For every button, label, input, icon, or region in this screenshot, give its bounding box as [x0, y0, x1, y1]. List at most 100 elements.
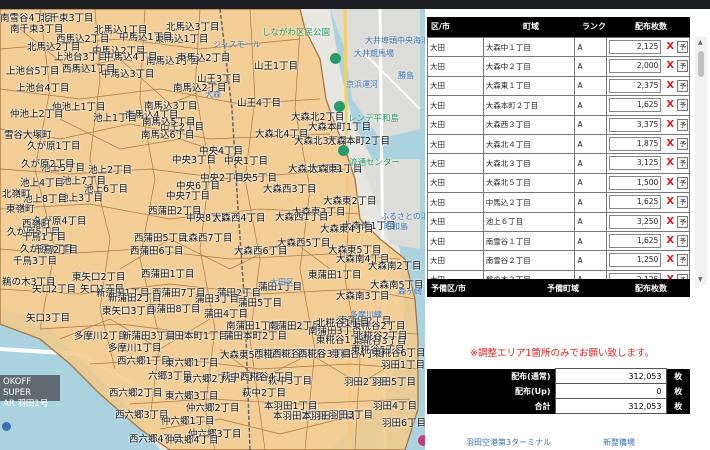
reserve-header-town: 予備町域	[547, 284, 579, 293]
town-label: 西糀谷4丁目	[240, 372, 294, 383]
schedule-row: 大田 南雪谷１丁目 A 1,625 X 予	[427, 230, 690, 252]
row-count-cell: 1,500 X 予	[606, 172, 690, 194]
town-label: 多摩川1丁目	[108, 343, 162, 354]
place-label: 京浜運河	[346, 80, 378, 89]
scroll-down-icon[interactable]: ▼	[698, 276, 703, 283]
reserve-header-count: 配布枚数	[635, 284, 667, 293]
town-label: 仲六郷1丁目	[161, 416, 215, 427]
reserve-button[interactable]: 予	[677, 118, 689, 131]
town-label: 千鳥1丁目	[22, 232, 67, 243]
town-label: 東蒲田1丁目	[308, 270, 362, 281]
town-label: 東矢口2丁目	[72, 272, 126, 283]
reserve-button[interactable]: 予	[677, 79, 689, 92]
schedule-row: 大田 大森東１丁目 A 2,375 X 予	[427, 75, 690, 97]
town-label: 西馬込1丁目	[62, 64, 116, 75]
town-label: 大森南3丁目	[336, 291, 390, 302]
town-label: 蒲田4丁目	[204, 309, 249, 320]
town-label: 大森南2丁目	[368, 261, 422, 272]
reserve-button[interactable]: 予	[677, 137, 689, 150]
row-town: 大森中２丁目	[482, 56, 576, 77]
reserve-button[interactable]: 予	[677, 234, 689, 247]
reserve-button[interactable]: 予	[677, 99, 689, 112]
row-rank: A	[574, 192, 608, 213]
park-pin-icon[interactable]	[330, 53, 341, 64]
row-rank: A	[574, 95, 608, 116]
poi-label[interactable]: 流通センター	[349, 156, 400, 168]
delete-icon[interactable]: X	[666, 40, 674, 54]
count-input[interactable]: 3,375	[609, 117, 662, 132]
reserve-button[interactable]: 予	[677, 41, 689, 53]
schedule-scrollbar[interactable]: ▲ ▼	[695, 37, 707, 285]
scroll-up-icon[interactable]: ▲	[698, 39, 703, 46]
delete-icon[interactable]: X	[666, 215, 674, 229]
town-label: 池上4丁目	[20, 178, 65, 189]
town-label: 南千束3丁目	[10, 24, 64, 35]
delete-icon[interactable]: X	[666, 118, 674, 132]
delete-icon[interactable]: X	[666, 253, 674, 267]
reserve-button[interactable]: 予	[677, 157, 689, 170]
count-input[interactable]: 1,625	[609, 233, 662, 248]
reserve-button[interactable]: 予	[677, 254, 689, 267]
delete-icon[interactable]: X	[666, 137, 674, 151]
shopping-pin-icon[interactable]	[334, 101, 345, 112]
business-pin-icon[interactable]	[338, 145, 349, 156]
row-town: 南雪谷２丁目	[482, 250, 576, 271]
town-label: 西蒲田1丁目	[141, 269, 195, 280]
poi-label[interactable]: レンデ平和島	[348, 112, 399, 124]
reserve-button[interactable]: 予	[677, 215, 689, 228]
delete-icon[interactable]: X	[666, 234, 674, 248]
row-area: 大田	[427, 172, 484, 194]
header-rank: ランク	[582, 22, 606, 31]
town-label: 大森西3丁目	[263, 184, 317, 195]
town-label: 上池台4丁目	[16, 83, 70, 94]
count-input[interactable]: 2,125	[609, 40, 662, 54]
delete-icon[interactable]: X	[666, 98, 674, 112]
schedule-list[interactable]: 大田 大森中１丁目 A 2,125 X 予大田 大森中２丁目 A 2,000 X 予大田 大森東１丁目…	[425, 37, 709, 285]
reserve-button[interactable]: 予	[677, 196, 689, 209]
hotel-pin-icon[interactable]	[418, 435, 425, 446]
reserve-button[interactable]: 予	[677, 176, 689, 189]
row-area: 大田	[427, 95, 484, 116]
count-input[interactable]: 1,250	[609, 253, 662, 268]
row-count-cell: 2,125 X予	[606, 37, 690, 58]
delete-icon[interactable]: X	[666, 195, 674, 209]
town-label: 大森東2丁目	[323, 196, 377, 207]
count-input[interactable]: 1,625	[609, 195, 662, 210]
count-input[interactable]: 1,625	[609, 98, 662, 113]
town-label: 大森西4丁目	[212, 213, 266, 224]
town-label: 大森本町1丁目	[308, 122, 372, 133]
delete-icon[interactable]: X	[666, 59, 674, 73]
delete-icon[interactable]: X	[666, 156, 674, 170]
row-town: 池上６丁目	[482, 211, 576, 232]
place-label: 大田区	[270, 278, 294, 287]
scroll-thumb[interactable]	[698, 51, 704, 77]
town-label: 北馬込1丁目	[94, 25, 148, 36]
count-input[interactable]: 1,875	[609, 136, 662, 151]
town-label: 大森東4丁目	[320, 224, 374, 235]
header-count: 配布枚数	[635, 22, 667, 31]
place-label: 大森	[205, 90, 221, 99]
place-label: 昭和島	[384, 222, 408, 231]
count-input[interactable]: 2,375	[609, 78, 662, 93]
totals-row: 配布(Up) 0 枚	[427, 383, 690, 399]
town-label: 北馬込3丁目	[166, 22, 220, 33]
poi-label[interactable]: しながわ区民公園	[262, 26, 330, 38]
location-pin-icon[interactable]	[2, 422, 11, 431]
reserve-button[interactable]: 予	[677, 60, 689, 73]
header-town: 町域	[523, 22, 539, 31]
town-label: 北嶺町	[2, 189, 31, 200]
row-count-cell: 2,000 X 予	[606, 56, 690, 77]
delete-icon[interactable]: X	[666, 79, 674, 93]
delete-icon[interactable]: X	[666, 176, 674, 190]
town-label: 仲六郷4丁目	[165, 435, 219, 446]
row-town: 大森本町２丁目	[482, 95, 576, 116]
count-input[interactable]: 2,000	[609, 59, 662, 74]
count-input[interactable]: 3,250	[609, 214, 662, 229]
town-label: 大森本町2丁目	[327, 136, 391, 147]
count-input[interactable]: 1,500	[609, 175, 662, 190]
count-input[interactable]: 3,125	[609, 156, 662, 171]
map-view[interactable]: 山王1丁目 山王3丁目 山王4丁目 大森北2丁目 大森本町1丁目 大森北4丁目 大森北3丁目…	[0, 9, 425, 450]
row-count-cell: 1,625 X 予	[606, 95, 690, 116]
totals-row: 合計 312,053 枚	[427, 398, 690, 414]
row-area: 大田	[427, 114, 484, 135]
